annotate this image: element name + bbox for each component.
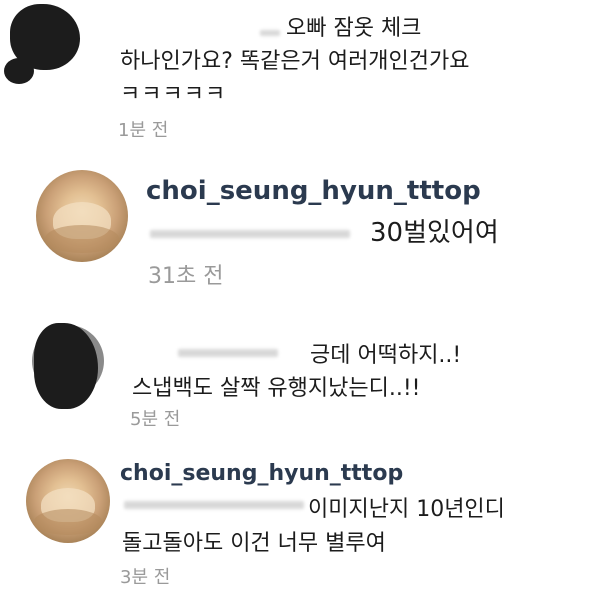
redacted-username xyxy=(260,30,280,36)
redaction-blot xyxy=(4,58,34,84)
avatar[interactable] xyxy=(36,170,128,262)
redacted-mention xyxy=(124,501,304,509)
comment-text-line: 스냅백도 살짝 유행지났는디..!! xyxy=(132,376,421,401)
comment-timestamp: 1분 전 xyxy=(118,120,169,141)
comment-text-line: 긍데 어떡하지..! xyxy=(310,343,462,368)
avatar[interactable] xyxy=(26,459,110,543)
redacted-username xyxy=(178,349,278,357)
avatar-redaction-overlay xyxy=(34,323,98,409)
comment-text-line: 이미지난지 10년인디 xyxy=(308,497,505,522)
comment-item-2: choi_seung_hyun_tttop 30벌있어여 31초 전 xyxy=(0,150,600,300)
redacted-mention xyxy=(150,230,350,238)
comment-item-1: 오빠 잠옷 체크 하나인가요? 똑같은거 여러개인건가요 ㅋㅋㅋㅋㅋ 1분 전 xyxy=(0,0,600,145)
comment-item-4: choi_seung_hyun_tttop 이미지난지 10년인디 돌고돌아도 … xyxy=(0,445,600,600)
comment-username[interactable]: choi_seung_hyun_tttop xyxy=(120,461,403,486)
comment-timestamp: 5분 전 xyxy=(130,409,181,430)
comment-item-3: 긍데 어떡하지..! 스냅백도 살짝 유행지났는디..!! 5분 전 xyxy=(0,315,600,440)
comment-timestamp: 3분 전 xyxy=(120,567,171,588)
comment-text-line: 30벌있어여 xyxy=(370,218,499,248)
comment-text-line: 하나인가요? 똑같은거 여러개인건가요 xyxy=(120,49,470,74)
comment-timestamp: 31초 전 xyxy=(148,264,224,289)
comment-text-line: 돌고돌아도 이건 너무 별루여 xyxy=(122,531,386,556)
comment-username[interactable]: choi_seung_hyun_tttop xyxy=(146,176,481,206)
comment-text-line: 오빠 잠옷 체크 xyxy=(286,16,422,41)
comment-text-line: ㅋㅋㅋㅋㅋ xyxy=(120,82,227,107)
